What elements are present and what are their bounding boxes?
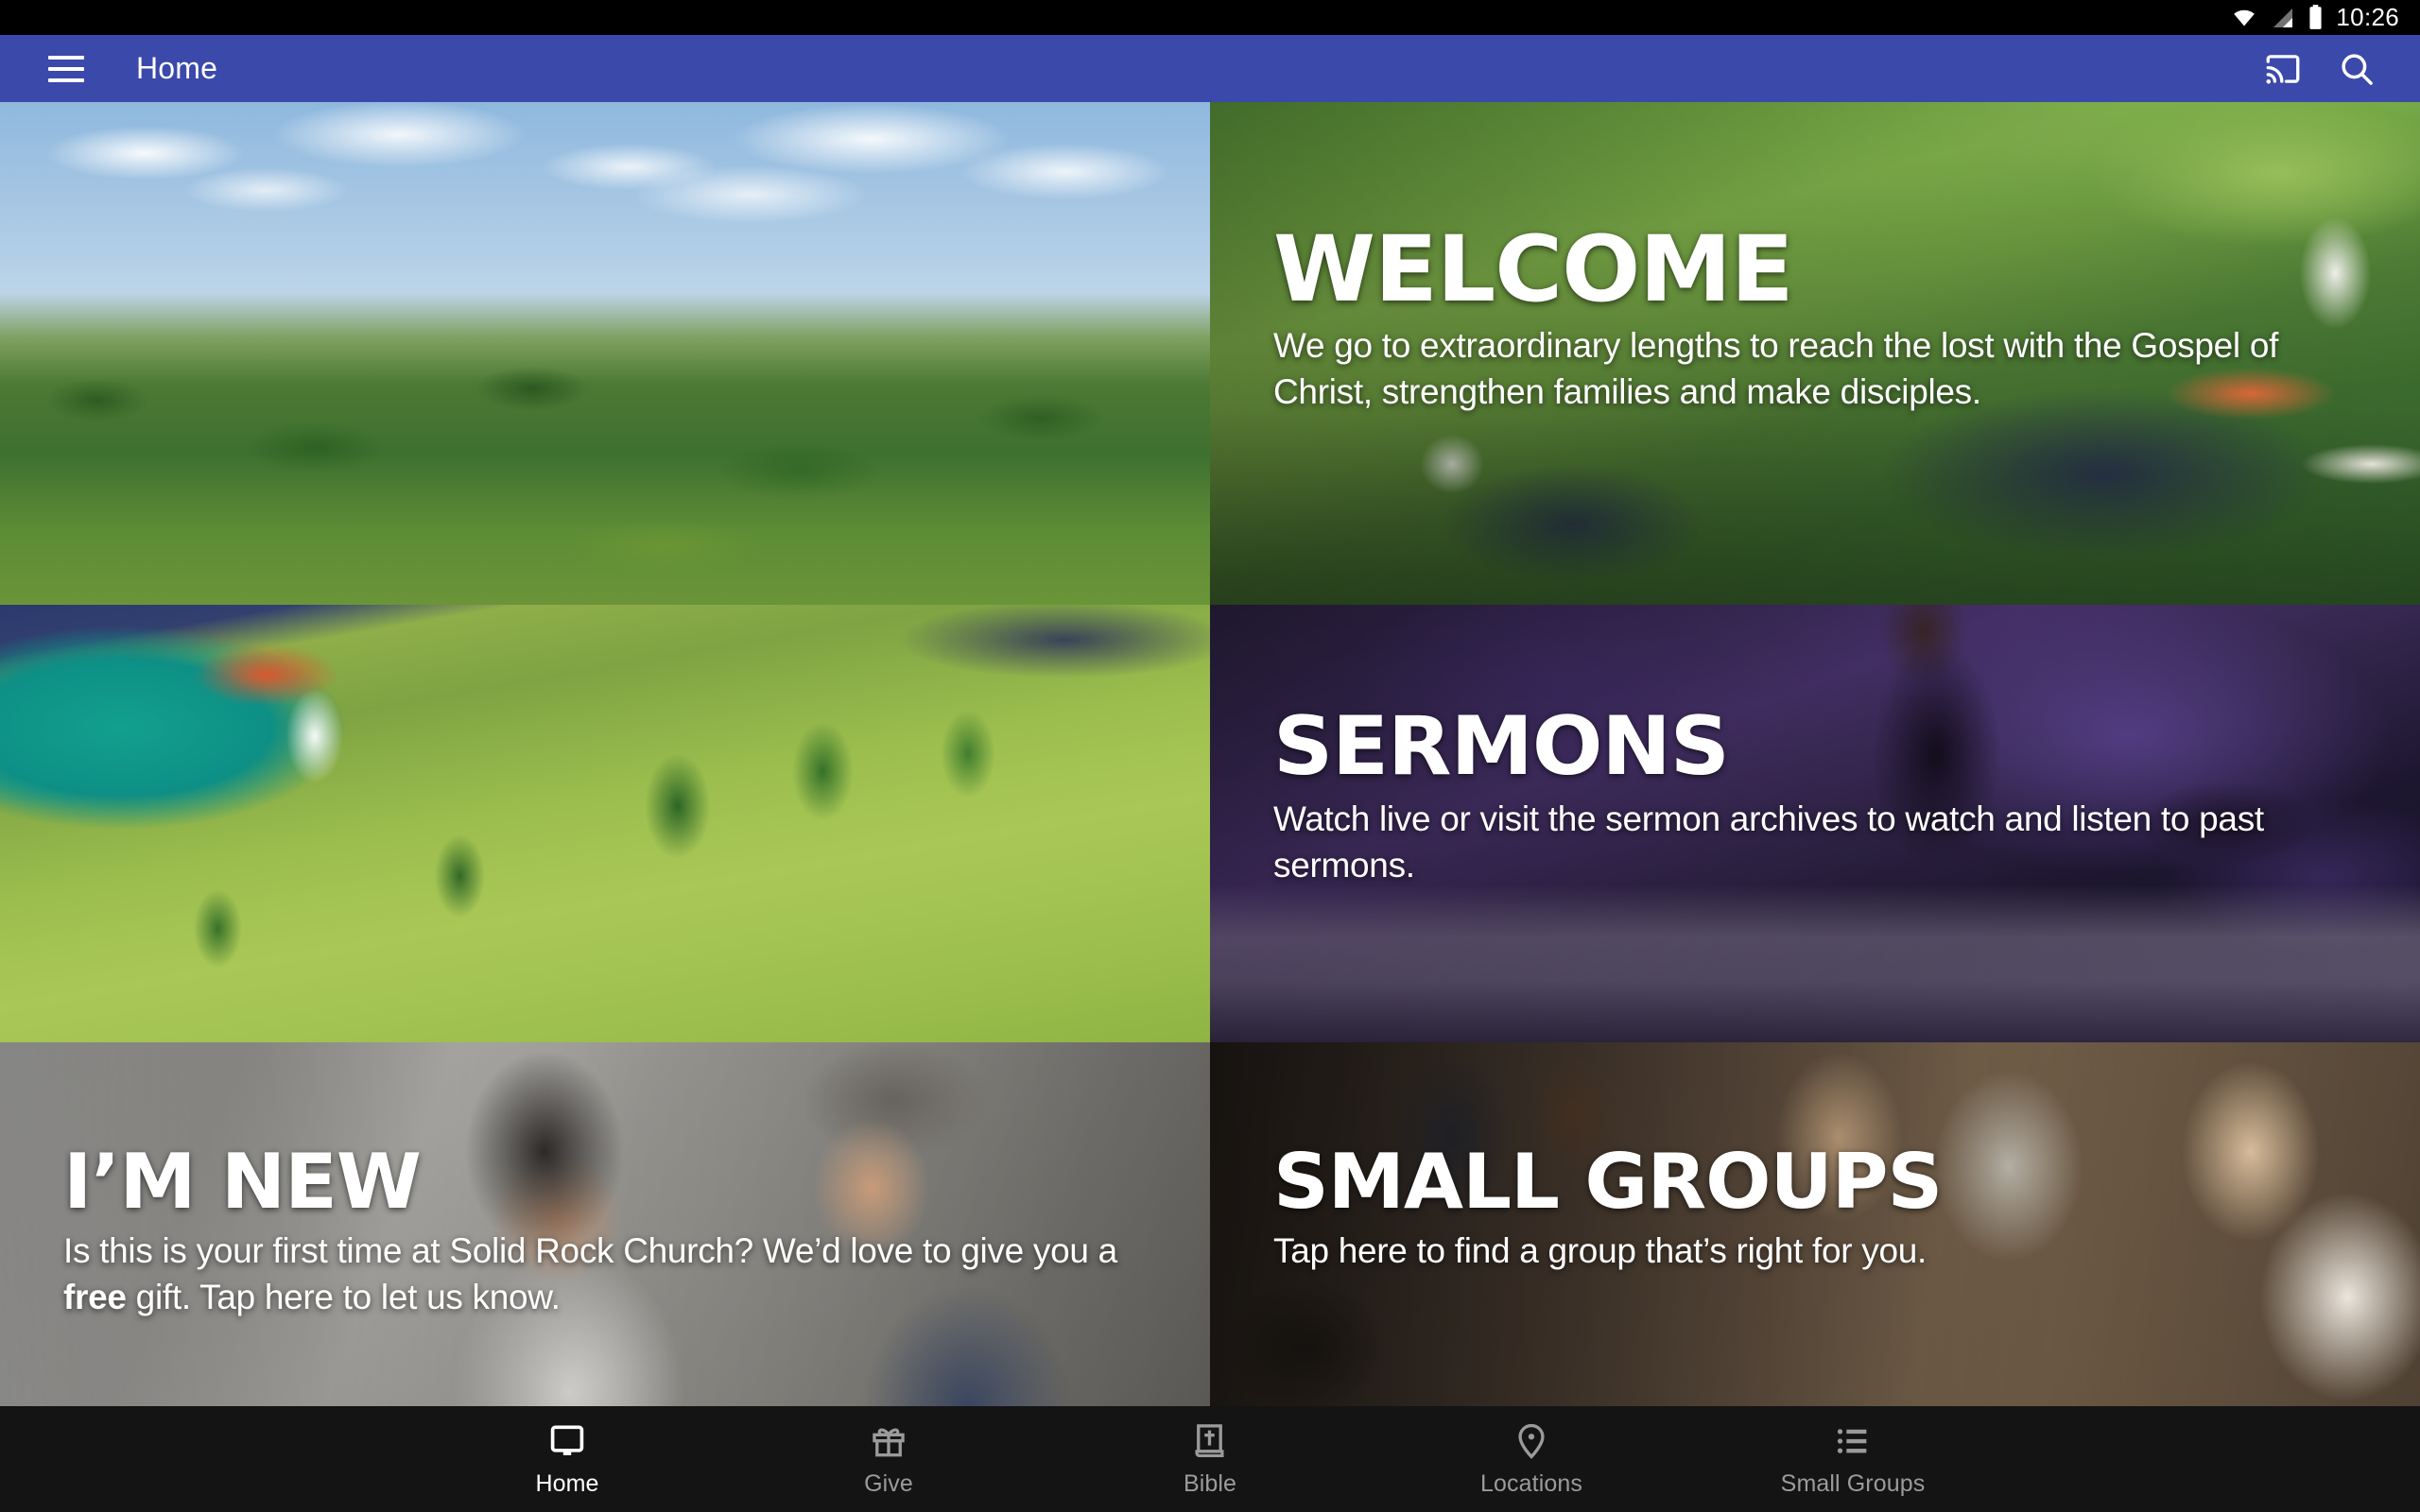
tile-photo-pond-lawn[interactable] — [0, 605, 1210, 1042]
hamburger-menu-icon[interactable] — [32, 35, 100, 102]
tile-welcome[interactable]: WELCOME We go to extraordinary lengths t… — [1210, 102, 2420, 605]
tile-heading: SMALL GROUPS — [1273, 1138, 1943, 1226]
tile-subtitle: Is this is your first time at Solid Rock… — [63, 1228, 1172, 1320]
subtitle-bold-free: free — [63, 1278, 127, 1317]
hamburger-bar-1 — [48, 55, 84, 60]
hamburger-bar-3 — [48, 77, 84, 82]
nav-label: Small Groups — [1780, 1470, 1926, 1497]
tile-grid: WELCOME We go to extraordinary lengths t… — [0, 102, 2420, 1406]
status-clock: 10:26 — [2336, 3, 2399, 31]
nav-label: Home — [535, 1470, 599, 1497]
bible-book-icon — [1190, 1420, 1230, 1462]
tile-subtitle: Tap here to find a group that’s right fo… — [1273, 1231, 1927, 1270]
tile-text-block: SERMONS Watch live or visit the sermon a… — [1273, 706, 2382, 888]
app-bar: Home — [0, 35, 2420, 102]
nav-label: Give — [864, 1470, 913, 1497]
tile-heading: SERMONS — [1273, 699, 1730, 794]
tile-subtitle: We go to extraordinary lengths to reach … — [1273, 326, 2279, 412]
cell-signal-icon — [2271, 7, 2295, 29]
tile-text-block: I’M NEW Is this is your first time at So… — [63, 1144, 1172, 1320]
tv-monitor-icon — [547, 1420, 587, 1462]
hamburger-bar-2 — [48, 66, 84, 71]
battery-full-icon — [2308, 5, 2324, 30]
nav-label: Locations — [1480, 1470, 1582, 1497]
nav-item-home[interactable]: Home — [406, 1406, 728, 1512]
map-pin-icon — [1512, 1420, 1551, 1462]
nav-item-locations[interactable]: Locations — [1371, 1406, 1692, 1512]
tile-subtitle: Watch live or visit the sermon archives … — [1273, 799, 2264, 885]
tile-small-groups[interactable]: SMALL GROUPS Tap here to find a group th… — [1210, 1042, 2420, 1406]
status-bar: 10:26 — [0, 0, 2420, 35]
tile-photo-campus-aerial[interactable] — [0, 102, 1210, 605]
tile-heading: WELCOME — [1273, 216, 1794, 322]
subtitle-part-1: Is this is your first time at Solid Rock… — [63, 1231, 1117, 1270]
cast-icon[interactable] — [2263, 49, 2303, 89]
nav-item-give[interactable]: Give — [728, 1406, 1049, 1512]
page-title: Home — [136, 51, 218, 85]
gift-icon — [869, 1420, 908, 1462]
app-bar-left-group: Home — [0, 35, 217, 102]
bottom-navigation-bar: Home Give Bible Locations Small Groups — [0, 1406, 2420, 1512]
nav-label: Bible — [1183, 1470, 1237, 1497]
list-icon — [1833, 1420, 1873, 1462]
tile-artwork — [0, 605, 1210, 1042]
subtitle-part-2: gift. Tap here to let us know. — [126, 1278, 561, 1317]
wifi-icon — [2230, 7, 2258, 29]
tile-artwork — [0, 102, 1210, 605]
search-icon[interactable] — [2337, 49, 2377, 89]
tile-sermons[interactable]: SERMONS Watch live or visit the sermon a… — [1210, 605, 2420, 1042]
nav-item-bible[interactable]: Bible — [1049, 1406, 1371, 1512]
tile-im-new[interactable]: I’M NEW Is this is your first time at So… — [0, 1042, 1210, 1406]
tile-text-block: SMALL GROUPS Tap here to find a group th… — [1273, 1144, 2382, 1274]
tile-heading: I’M NEW — [63, 1138, 422, 1226]
app-bar-actions — [2263, 49, 2420, 89]
nav-item-small-groups[interactable]: Small Groups — [1692, 1406, 2014, 1512]
tile-text-block: WELCOME We go to extraordinary lengths t… — [1273, 224, 2382, 416]
